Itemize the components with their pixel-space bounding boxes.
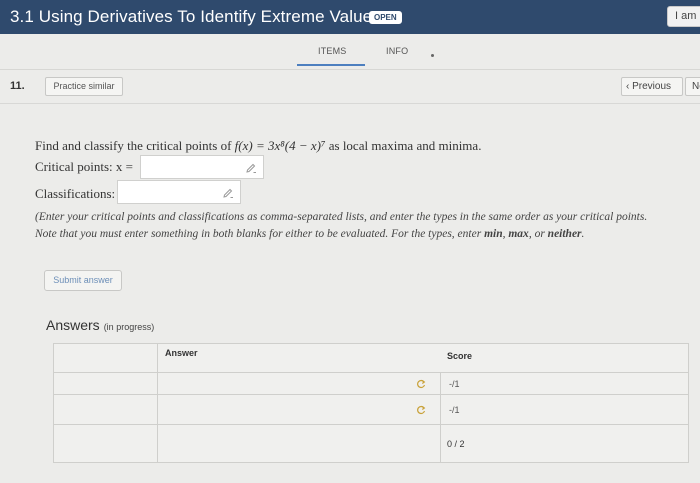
- tab-bar: ITEMS INFO: [0, 34, 700, 70]
- page-title: 3.1 Using Derivatives To Identify Extrem…: [10, 7, 381, 26]
- divider: [0, 103, 700, 104]
- instruction-line-2: Note that you must enter something in bo…: [35, 228, 585, 240]
- prompt-post: as local maxima and minima.: [325, 138, 482, 153]
- critical-points-label: Critical points: x =: [35, 159, 133, 174]
- table-row: -/1: [54, 373, 688, 395]
- answers-title: Answers: [46, 317, 100, 333]
- prompt-pre: Find and classify the critical points of: [35, 138, 235, 153]
- previous-label: Previous: [632, 81, 672, 92]
- tab-info[interactable]: INFO: [386, 46, 408, 56]
- pencil-icon[interactable]: [222, 187, 234, 199]
- table-row: -/1: [54, 395, 688, 425]
- user-menu-button[interactable]: I am: [667, 6, 700, 27]
- table-header-row: Answer Score: [54, 344, 688, 373]
- dot-icon: [431, 54, 434, 57]
- function-expression: f(x) = 3x⁸(4 − x)⁷: [234, 138, 326, 153]
- tab-items[interactable]: ITEMS: [318, 46, 347, 56]
- refresh-icon[interactable]: [416, 379, 426, 389]
- answers-table: Answer Score -/1 -/1 0 / 2: [53, 343, 689, 463]
- practice-similar-button[interactable]: Practice similar: [45, 77, 123, 96]
- keyword-min: min: [484, 228, 503, 240]
- answers-heading: Answers (in progress): [46, 317, 154, 333]
- classifications-input[interactable]: [117, 180, 241, 204]
- instruction-line-1: (Enter your critical points and classifi…: [35, 211, 648, 223]
- refresh-icon[interactable]: [416, 405, 426, 415]
- answers-status: (in progress): [103, 322, 155, 332]
- classifications-label: Classifications:: [35, 186, 116, 201]
- column-header-score: Score: [447, 351, 473, 361]
- keyword-max: max: [508, 228, 529, 240]
- score-total: 0 / 2: [447, 439, 465, 449]
- critical-points-input[interactable]: [140, 155, 264, 179]
- column-header-answer: Answer: [165, 348, 198, 358]
- score-value: -/1: [449, 405, 460, 415]
- pencil-icon[interactable]: [245, 162, 257, 174]
- question-number: 11.: [10, 80, 25, 92]
- open-badge: OPEN: [369, 11, 402, 24]
- keyword-neither: neither: [547, 228, 582, 240]
- active-tab-indicator: [297, 64, 365, 66]
- question-prompt: Find and classify the critical points of…: [35, 138, 481, 154]
- score-value: -/1: [449, 379, 460, 389]
- submit-answer-button[interactable]: Submit answer: [44, 270, 122, 291]
- next-button[interactable]: Ne: [685, 77, 700, 96]
- previous-button[interactable]: ‹ Previous: [621, 77, 683, 96]
- table-total-row: 0 / 2: [54, 425, 688, 462]
- top-bar: 3.1 Using Derivatives To Identify Extrem…: [0, 0, 700, 34]
- instruction-text: Note that you must enter something in bo…: [35, 228, 485, 240]
